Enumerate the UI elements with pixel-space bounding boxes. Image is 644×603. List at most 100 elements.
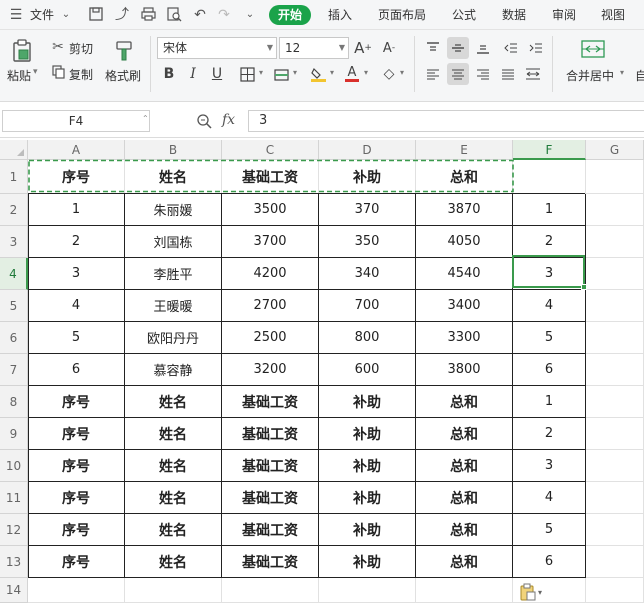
cell-a7[interactable]: 6 <box>28 354 125 386</box>
format-painter-icon[interactable] <box>112 38 136 64</box>
italic-icon[interactable]: I <box>182 63 204 85</box>
row-header-8[interactable]: 8 <box>0 386 28 418</box>
cell-g5[interactable] <box>586 290 644 322</box>
font-color-dropdown-icon[interactable]: ▾ <box>364 68 368 77</box>
align-bottom-icon[interactable] <box>472 37 494 59</box>
cell-d9[interactable]: 补助 <box>319 418 416 450</box>
cell-e10[interactable]: 总和 <box>416 450 513 482</box>
cell-d3[interactable]: 350 <box>319 226 416 258</box>
cell-b13[interactable]: 姓名 <box>125 546 222 578</box>
cell-e11[interactable]: 总和 <box>416 482 513 514</box>
print-icon[interactable] <box>140 7 156 23</box>
cell-g1[interactable] <box>586 160 644 194</box>
cell-b7[interactable]: 慕容静 <box>125 354 222 386</box>
tab-page-layout[interactable]: 页面布局 <box>378 0 426 30</box>
cell-d5[interactable]: 700 <box>319 290 416 322</box>
merge-center-button[interactable]: 合并居中 <box>566 67 614 84</box>
formula-input[interactable]: 3 <box>248 110 644 132</box>
align-right-icon[interactable] <box>472 63 494 85</box>
cell-g9[interactable] <box>586 418 644 450</box>
row-header-2[interactable]: 2 <box>0 194 28 226</box>
row-header-11[interactable]: 11 <box>0 482 28 514</box>
copy-button[interactable]: 复制 <box>69 66 93 83</box>
redo-icon[interactable]: ↷ <box>216 7 232 23</box>
cell-f2[interactable]: 1 <box>513 194 586 226</box>
cell-d7[interactable]: 600 <box>319 354 416 386</box>
cell-e2[interactable]: 3870 <box>416 194 513 226</box>
cell-b9[interactable]: 姓名 <box>125 418 222 450</box>
align-middle-icon[interactable] <box>447 37 469 59</box>
cell-a4[interactable]: 3 <box>28 258 125 290</box>
cell-f7[interactable]: 6 <box>513 354 586 386</box>
paste-button[interactable]: 粘贴 <box>7 67 31 84</box>
cell-a8[interactable]: 序号 <box>28 386 125 418</box>
cell-c9[interactable]: 基础工资 <box>222 418 319 450</box>
cell-g11[interactable] <box>586 482 644 514</box>
cell-a14[interactable] <box>28 578 125 603</box>
cell-c10[interactable]: 基础工资 <box>222 450 319 482</box>
cell-e12[interactable]: 总和 <box>416 514 513 546</box>
cell-b11[interactable]: 姓名 <box>125 482 222 514</box>
cell-d13[interactable]: 补助 <box>319 546 416 578</box>
cell-g7[interactable] <box>586 354 644 386</box>
increase-indent-icon[interactable] <box>525 37 547 59</box>
cell-g13[interactable] <box>586 546 644 578</box>
cell-d6[interactable]: 800 <box>319 322 416 354</box>
cell-a10[interactable]: 序号 <box>28 450 125 482</box>
row-header-7[interactable]: 7 <box>0 354 28 386</box>
column-header-f[interactable]: F <box>513 140 586 160</box>
cell-g12[interactable] <box>586 514 644 546</box>
cell-b2[interactable]: 朱丽媛 <box>125 194 222 226</box>
quick-access-dropdown-icon[interactable]: ⌄ <box>242 7 258 23</box>
cell-b14[interactable] <box>125 578 222 603</box>
merge-dropdown-icon[interactable]: ▾ <box>620 68 624 77</box>
cell-f11[interactable]: 4 <box>513 482 586 514</box>
zoom-search-icon[interactable] <box>196 113 212 129</box>
file-menu[interactable]: 文件 <box>30 0 54 30</box>
cell-b3[interactable]: 刘国栋 <box>125 226 222 258</box>
font-name-dropdown-icon[interactable]: ▼ <box>267 38 273 58</box>
tab-insert[interactable]: 插入 <box>328 0 352 30</box>
cell-f8[interactable]: 1 <box>513 386 586 418</box>
cell-d14[interactable] <box>319 578 416 603</box>
font-size-dropdown-icon[interactable]: ▼ <box>339 38 345 58</box>
paste-icon[interactable] <box>8 38 36 64</box>
cell-f12[interactable]: 5 <box>513 514 586 546</box>
underline-icon[interactable]: U <box>206 63 228 85</box>
cut-button[interactable]: 剪切 <box>69 40 93 57</box>
row-header-9[interactable]: 9 <box>0 418 28 450</box>
export-icon[interactable]: ⤴ <box>114 7 130 23</box>
tab-home[interactable]: 开始 <box>269 5 312 25</box>
cell-e7[interactable]: 3800 <box>416 354 513 386</box>
cell-f13[interactable]: 6 <box>513 546 586 578</box>
cell-d12[interactable]: 补助 <box>319 514 416 546</box>
fx-icon[interactable]: fx <box>222 112 235 128</box>
undo-icon[interactable]: ↶ <box>192 7 208 23</box>
cell-c6[interactable]: 2500 <box>222 322 319 354</box>
clear-format-icon[interactable]: ◇ <box>378 63 400 85</box>
save-icon[interactable] <box>88 7 104 23</box>
row-header-4[interactable]: 4 <box>0 258 28 290</box>
file-chevron-down-icon[interactable]: ⌄ <box>58 7 74 23</box>
cell-f10[interactable]: 3 <box>513 450 586 482</box>
cell-c14[interactable] <box>222 578 319 603</box>
font-name-select[interactable]: 宋体 ▼ <box>157 37 277 59</box>
paste-dropdown-icon[interactable]: ▾ <box>33 67 38 77</box>
wrap-text-button-truncated[interactable]: 自 <box>635 67 644 84</box>
cell-d4[interactable]: 340 <box>319 258 416 290</box>
row-header-5[interactable]: 5 <box>0 290 28 322</box>
cell-a12[interactable]: 序号 <box>28 514 125 546</box>
cell-b5[interactable]: 王暖暖 <box>125 290 222 322</box>
cell-a6[interactable]: 5 <box>28 322 125 354</box>
cell-e13[interactable]: 总和 <box>416 546 513 578</box>
cell-a3[interactable]: 2 <box>28 226 125 258</box>
cell-d8[interactable]: 补助 <box>319 386 416 418</box>
spreadsheet-grid[interactable]: ABCDEFG 1 2 3 4 5 6 7 8 9 10 11 12 13 14 序号 姓名 基础工资 补助 总和… <box>0 140 644 603</box>
cell-g4[interactable] <box>586 258 644 290</box>
tab-review[interactable]: 审阅 <box>552 0 576 30</box>
font-color-icon[interactable]: A <box>341 63 363 85</box>
column-header-c[interactable]: C <box>222 140 319 160</box>
justify-icon[interactable] <box>497 63 519 85</box>
fill-color-icon[interactable] <box>307 63 329 85</box>
borders-dropdown-icon[interactable]: ▾ <box>259 68 263 77</box>
